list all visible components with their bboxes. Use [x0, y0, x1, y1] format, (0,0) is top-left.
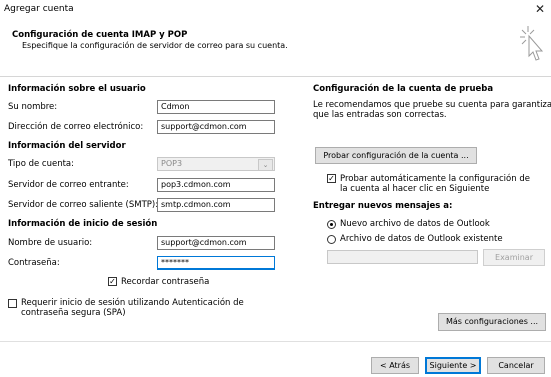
- remember-password-label: Recordar contraseña: [121, 277, 210, 287]
- test-account-button[interactable]: Probar configuración de la cuenta ...: [315, 147, 477, 164]
- new-data-file-radio[interactable]: [327, 220, 336, 229]
- browse-button[interactable]: Examinar: [483, 249, 545, 266]
- auto-test-label-line1: Probar automáticamente la configuración …: [340, 174, 530, 184]
- more-settings-button[interactable]: Más configuraciones ...: [438, 313, 546, 331]
- username-label: Nombre de usuario:: [8, 238, 93, 248]
- spa-label-line1: Requerir inicio de sesión utilizando Aut…: [21, 298, 244, 308]
- header-subtitle: Especifique la configuración de servidor…: [22, 41, 288, 50]
- spa-label-line2: contraseña segura (SPA): [21, 308, 126, 318]
- new-data-file-label: Nuevo archivo de datos de Outlook: [340, 219, 490, 229]
- deliver-heading: Entregar nuevos mensajes a:: [313, 201, 453, 211]
- footer-divider: [0, 341, 551, 342]
- cursor-sparkle-icon: [520, 26, 544, 61]
- chevron-down-icon: ⌄: [258, 159, 273, 170]
- existing-data-file-radio[interactable]: [327, 235, 336, 244]
- remember-password-checkbox[interactable]: ✓: [108, 277, 117, 286]
- data-file-path-field: [327, 250, 478, 264]
- password-label: Contraseña:: [8, 258, 60, 268]
- test-desc-line1: Le recomendamos que pruebe su cuenta par…: [313, 100, 551, 110]
- incoming-server-label: Servidor de correo entrante:: [8, 180, 129, 190]
- account-type-select: POP3 ⌄: [157, 157, 275, 171]
- server-info-heading: Información del servidor: [8, 141, 126, 151]
- spa-checkbox[interactable]: [8, 299, 17, 308]
- username-field[interactable]: support@cdmon.com: [157, 236, 275, 250]
- auto-test-checkbox[interactable]: ✓: [327, 174, 336, 183]
- cancel-button[interactable]: Cancelar: [487, 357, 545, 374]
- incoming-server-field[interactable]: pop3.cdmon.com: [157, 178, 275, 192]
- close-icon[interactable]: ✕: [535, 2, 545, 16]
- email-field[interactable]: support@cdmon.com: [157, 120, 275, 134]
- auto-test-label-line2: la cuenta al hacer clic en Siguiente: [340, 184, 490, 194]
- existing-data-file-label: Archivo de datos de Outlook existente: [340, 234, 503, 244]
- password-field[interactable]: *******: [157, 256, 275, 270]
- back-button[interactable]: < Atrás: [371, 357, 419, 374]
- test-heading: Configuración de la cuenta de prueba: [313, 84, 494, 94]
- account-type-value: POP3: [161, 159, 183, 168]
- window-title: Agregar cuenta: [4, 4, 74, 14]
- name-field[interactable]: Cdmon: [157, 100, 275, 114]
- email-label: Dirección de correo electrónico:: [8, 122, 144, 132]
- next-button[interactable]: Siguiente >: [425, 357, 481, 374]
- name-label: Su nombre:: [8, 102, 58, 112]
- header-title: Configuración de cuenta IMAP y POP: [12, 30, 188, 40]
- account-type-label: Tipo de cuenta:: [8, 159, 74, 169]
- test-desc-line2: que las entradas son correctas.: [313, 110, 447, 120]
- user-info-heading: Información sobre el usuario: [8, 84, 146, 94]
- outgoing-server-field[interactable]: smtp.cdmon.com: [157, 198, 275, 212]
- login-info-heading: Información de inicio de sesión: [8, 219, 158, 229]
- outgoing-server-label: Servidor de correo saliente (SMTP):: [8, 200, 159, 210]
